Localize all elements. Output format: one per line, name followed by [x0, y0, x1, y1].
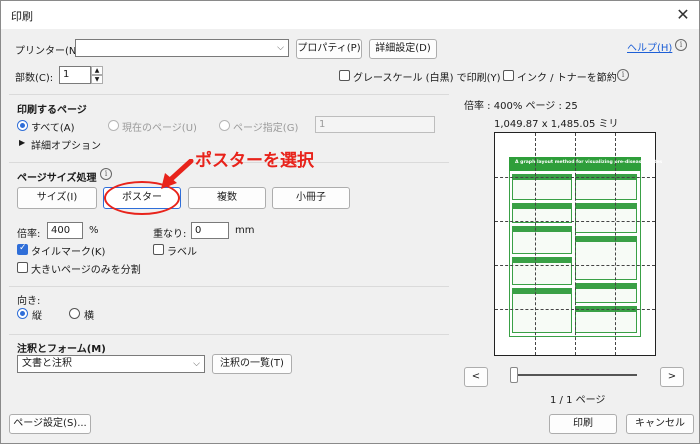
- scale-input[interactable]: 400: [47, 222, 83, 239]
- poster-section: [575, 203, 637, 233]
- chevron-down-icon: ⌵: [277, 43, 284, 53]
- poster-title: A graph layout method for visualizing pr…: [515, 160, 663, 165]
- tab-multiple[interactable]: 複数: [188, 187, 266, 209]
- annotation-text: ポスターを選択: [195, 151, 314, 171]
- cancel-button[interactable]: キャンセル: [626, 414, 694, 434]
- radio-pages[interactable]: [219, 120, 230, 131]
- print-dialog: 印刷 ✕ プリンター(N): ⌵ プロパティ(P) 詳細設定(D) ヘルプ(H)…: [0, 0, 700, 444]
- tile-line: [495, 177, 655, 178]
- tile-line: [495, 265, 655, 266]
- radio-landscape[interactable]: [69, 308, 80, 319]
- comments-forms-heading: 注釈とフォーム(M): [17, 344, 106, 355]
- page-slider-thumb[interactable]: [510, 367, 518, 383]
- tile-line: [615, 133, 616, 355]
- page-counter: 1 / 1 ページ: [550, 395, 606, 406]
- poster-section: [512, 257, 572, 285]
- preview-dimensions: 1,049.87 x 1,485.05 ミリ: [494, 119, 619, 130]
- save-ink-checkbox[interactable]: [503, 70, 514, 81]
- tab-size[interactable]: サイズ(I): [17, 187, 97, 209]
- poster-section: [575, 236, 637, 280]
- scale-unit: %: [89, 225, 99, 236]
- help-link[interactable]: ヘルプ(H): [627, 39, 672, 54]
- tile-line: [495, 221, 655, 222]
- radio-current-label: 現在のページ(U): [122, 123, 197, 134]
- printer-select[interactable]: ⌵: [75, 39, 289, 57]
- orientation-heading: 向き:: [17, 296, 41, 307]
- info-icon[interactable]: i: [675, 39, 687, 51]
- preview-page: A graph layout method for visualizing pr…: [494, 132, 662, 356]
- radio-current-page[interactable]: [108, 120, 119, 131]
- poster-section: [512, 203, 572, 223]
- large-pages-checkbox[interactable]: [17, 262, 28, 273]
- info-icon[interactable]: i: [100, 168, 112, 180]
- tile-line: [575, 133, 576, 355]
- grayscale-checkbox[interactable]: [339, 70, 350, 81]
- grayscale-label: グレースケール (白黒) で印刷(Y): [353, 73, 501, 84]
- tile-line: [495, 309, 655, 310]
- page-sizing-heading: ページサイズ処理: [17, 173, 97, 184]
- properties-button[interactable]: プロパティ(P): [296, 39, 362, 59]
- radio-landscape-label: 横: [84, 311, 94, 322]
- large-pages-label: 大きいページのみを分割: [31, 265, 141, 276]
- print-range-heading: 印刷するページ: [17, 105, 87, 116]
- tab-booklet[interactable]: 小冊子: [272, 187, 350, 209]
- labels-checkbox[interactable]: [153, 244, 164, 255]
- more-options-label[interactable]: 詳細オプション: [31, 137, 101, 152]
- prev-page-button[interactable]: <: [464, 367, 488, 387]
- copies-down-icon[interactable]: ▼: [91, 75, 103, 84]
- tile-marks-checkbox[interactable]: [17, 243, 28, 255]
- pages-input[interactable]: 1: [315, 116, 435, 133]
- copies-up-icon[interactable]: ▲: [91, 66, 103, 75]
- scale-label: 倍率:: [17, 229, 41, 240]
- overlap-label: 重なり:: [153, 229, 187, 240]
- poster-section: [512, 288, 572, 333]
- comments-forms-value: 文書と注釈: [22, 358, 72, 369]
- save-ink-label: インク / トナーを節約: [517, 73, 617, 84]
- poster-section: [512, 226, 572, 254]
- comments-forms-select[interactable]: 文書と注釈 ⌵: [17, 355, 205, 373]
- title-bar: 印刷 ✕: [1, 1, 699, 29]
- print-button[interactable]: 印刷: [549, 414, 617, 434]
- next-page-button[interactable]: >: [660, 367, 684, 387]
- radio-pages-label: ページ指定(G): [233, 123, 299, 134]
- radio-all-label: すべて(A): [31, 123, 75, 134]
- page-setup-button[interactable]: ページ設定(S)...: [9, 414, 91, 434]
- window-title: 印刷: [11, 10, 33, 23]
- printer-label: プリンター(N):: [15, 46, 84, 57]
- annotation-arrow-icon: [161, 159, 194, 189]
- poster-section: [575, 306, 637, 333]
- poster-section: [575, 283, 637, 303]
- tile-line: [535, 133, 536, 355]
- overlap-input[interactable]: 0: [191, 222, 229, 239]
- summarize-comments-button[interactable]: 注釈の一覧(T): [212, 354, 292, 374]
- chevron-down-icon: ⌵: [193, 359, 200, 369]
- tile-marks-label: タイルマーク(K): [31, 247, 106, 258]
- page-slider-track[interactable]: [511, 374, 637, 376]
- advanced-button[interactable]: 詳細設定(D): [369, 39, 437, 59]
- radio-portrait-label: 縦: [32, 311, 42, 322]
- copies-label: 部数(C):: [15, 73, 54, 84]
- close-icon[interactable]: ✕: [673, 5, 693, 25]
- overlap-unit: mm: [235, 225, 255, 236]
- preview-scale-text: 倍率 : 400% ページ : 25: [464, 101, 578, 112]
- radio-portrait[interactable]: [17, 308, 28, 319]
- copies-input[interactable]: 1: [59, 66, 91, 84]
- labels-label: ラベル: [167, 247, 197, 258]
- expand-icon[interactable]: ▶: [19, 138, 25, 147]
- info-icon[interactable]: i: [617, 69, 629, 81]
- radio-all[interactable]: [17, 120, 28, 131]
